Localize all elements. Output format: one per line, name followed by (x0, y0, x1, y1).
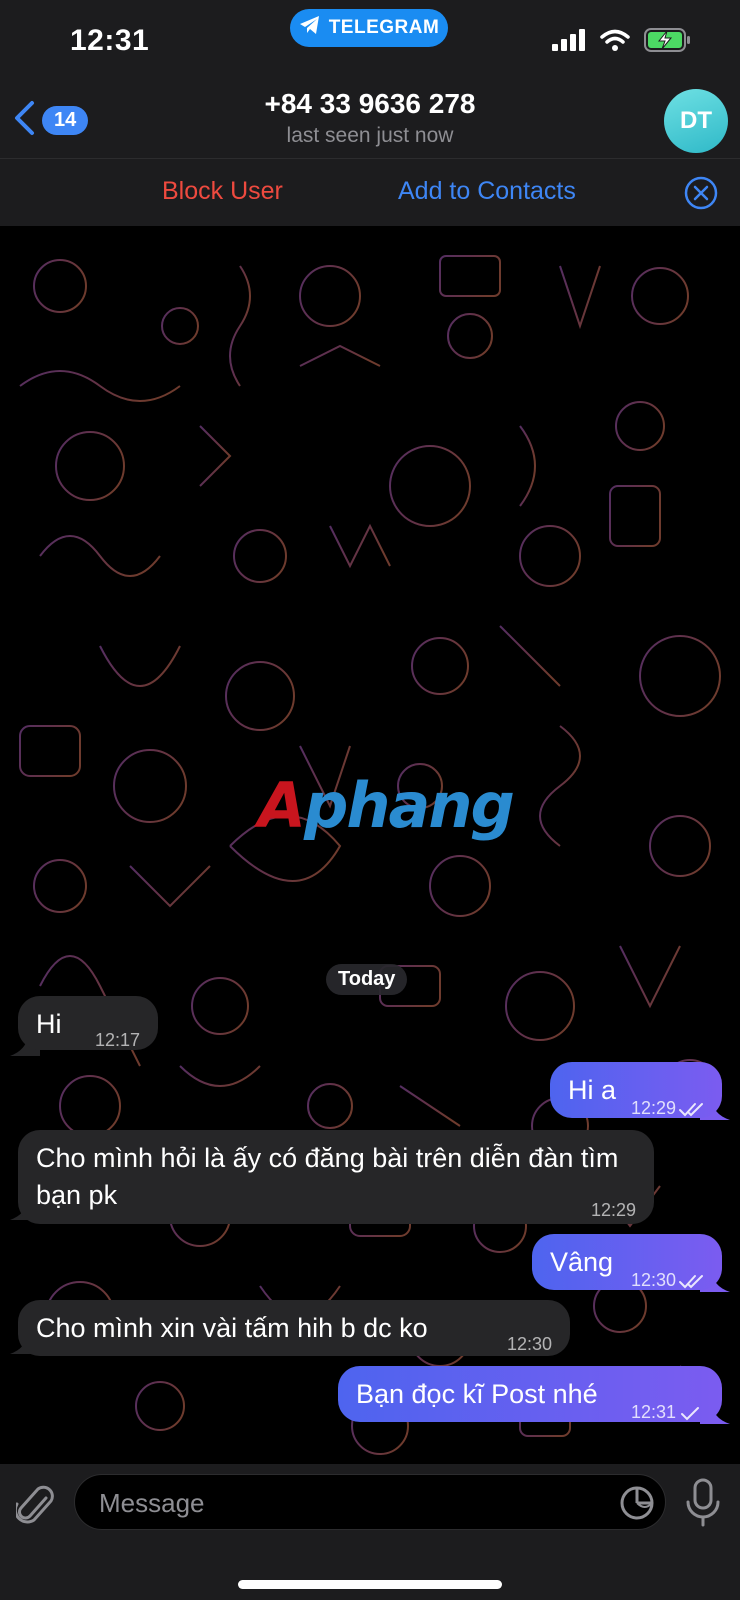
read-double-check-icon (678, 1090, 706, 1127)
message-bubble-incoming[interactable]: Hi 12:17 (18, 996, 158, 1050)
read-double-check-icon (678, 1262, 706, 1299)
status-icons (552, 28, 692, 57)
message-input[interactable] (97, 1475, 581, 1531)
contact-action-bar: Block User Add to Contacts (0, 158, 740, 227)
message-field (74, 1474, 666, 1531)
sticker-button[interactable] (619, 1485, 655, 1526)
message-bubble-incoming[interactable]: Cho mình hỏi là ấy có đăng bài trên diễn… (18, 1130, 654, 1224)
sent-check-icon (680, 1394, 700, 1431)
message-text: Hi (36, 1009, 62, 1039)
message-text: Cho mình hỏi là ấy có đăng bài trên diễn… (36, 1143, 619, 1210)
message-time: 12:29 (630, 1098, 676, 1118)
microphone-icon (684, 1478, 722, 1532)
chat-area[interactable]: Aphang Today Hi 12:17 Hi a 12:29 Cho mìn… (0, 226, 740, 1464)
sticker-icon (619, 1486, 655, 1525)
telegram-plane-icon (299, 15, 321, 41)
message-bubble-outgoing[interactable]: Bạn đọc kĩ Post nhé 12:31 (338, 1366, 722, 1422)
avatar-initials: DT (680, 107, 712, 134)
message-bubble-outgoing[interactable]: Hi a 12:29 (550, 1062, 722, 1118)
paperclip-icon (13, 1485, 56, 1532)
message-text: Hi a (568, 1075, 617, 1105)
message-time: 12:30 (630, 1270, 676, 1290)
message-input-bar (0, 1464, 740, 1600)
voice-record-button[interactable] (684, 1478, 722, 1533)
signal-icon (552, 29, 586, 56)
contact-title[interactable]: +84 33 9636 278 (0, 88, 740, 120)
message-text: Cho mình xin vài tấm hih b dc ko (36, 1313, 428, 1343)
telegram-pill[interactable]: TELEGRAM (290, 9, 448, 47)
home-indicator[interactable] (238, 1580, 502, 1589)
dismiss-button[interactable] (684, 176, 718, 215)
message-bubble-outgoing[interactable]: Vâng 12:30 (532, 1234, 722, 1290)
message-bubble-incoming[interactable]: Cho mình xin vài tấm hih b dc ko 12:30 (18, 1300, 570, 1356)
telegram-pill-label: TELEGRAM (328, 17, 440, 38)
message-text: Vâng (550, 1247, 614, 1277)
wifi-icon (600, 29, 630, 56)
message-time: 12:31 (630, 1402, 676, 1422)
message-text: Bạn đọc kĩ Post nhé (356, 1379, 598, 1409)
attach-button[interactable] (13, 1484, 56, 1533)
close-circle-icon (684, 176, 718, 214)
message-time: 12:29 (590, 1200, 636, 1220)
date-separator: Today (326, 964, 408, 995)
message-time: 12:30 (506, 1334, 552, 1354)
message-time: 12:17 (94, 1030, 140, 1050)
watermark-logo: Aphang (258, 769, 515, 842)
chat-header: 14 +84 33 9636 278 last seen just now DT (0, 80, 740, 158)
contact-status: last seen just now (286, 124, 454, 147)
block-user-button[interactable]: Block User (162, 177, 283, 206)
battery-charging-icon (644, 28, 692, 57)
add-to-contacts-button[interactable]: Add to Contacts (398, 177, 576, 206)
status-time: 12:31 (70, 24, 150, 57)
status-bar: 12:31 TELEGRAM (0, 0, 740, 80)
avatar[interactable]: DT (664, 89, 728, 153)
